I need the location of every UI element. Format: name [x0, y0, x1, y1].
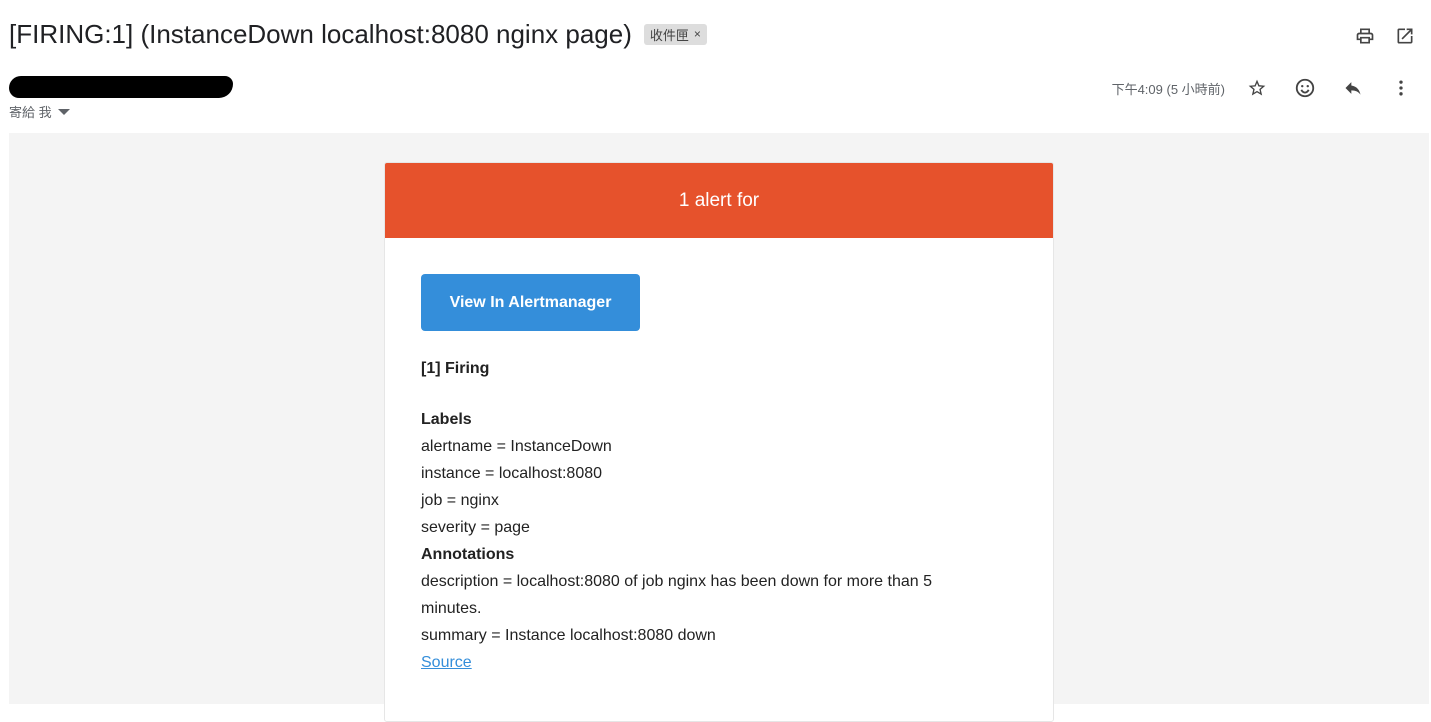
view-in-alertmanager-button[interactable]: View In Alertmanager	[421, 274, 640, 331]
subject-row: [FIRING:1] (InstanceDown localhost:8080 …	[9, 16, 1431, 52]
labels-title: Labels	[421, 411, 472, 428]
recipient-text: 寄給 我	[9, 105, 52, 120]
more-vert-icon[interactable]	[1383, 72, 1419, 104]
message-meta: 下午4:09 (5 小時前)	[1112, 72, 1431, 104]
source-link[interactable]: Source	[421, 654, 472, 671]
label-line: severity = page	[421, 519, 530, 536]
redacted-sender-name	[9, 76, 233, 98]
print-icon[interactable]	[1351, 22, 1379, 50]
label-line: instance = localhost:8080	[421, 465, 603, 482]
show-details-caret-icon[interactable]	[57, 104, 70, 119]
remove-label-icon[interactable]: ×	[694, 27, 701, 41]
reply-icon[interactable]	[1335, 72, 1371, 104]
email-subject: [FIRING:1] (InstanceDown localhost:8080 …	[9, 18, 632, 49]
firing-title: [1] Firing	[421, 360, 490, 377]
inbox-label-chip[interactable]: 收件匣 ×	[643, 23, 707, 45]
inbox-label-text: 收件匣	[649, 27, 689, 43]
annotation-description: description = localhost:8080 of job ngin…	[421, 573, 932, 590]
emoji-reaction-icon[interactable]	[1287, 72, 1323, 104]
alert-card-body: View In Alertmanager [1] Firing Labels a…	[385, 238, 1053, 712]
email-body-background: 1 alert for View In Alertmanager [1] Fir…	[9, 133, 1429, 722]
label-line: alertname = InstanceDown	[421, 438, 612, 455]
alert-header-text: 1 alert for	[678, 189, 760, 211]
recipient-line: 寄給 我	[9, 102, 233, 121]
star-icon[interactable]	[1239, 72, 1275, 104]
alert-card-header: 1 alert for	[385, 163, 1053, 238]
message-timestamp: 下午4:09 (5 小時前)	[1111, 81, 1225, 97]
open-in-new-window-icon[interactable]	[1391, 22, 1419, 50]
alert-card: 1 alert for View In Alertmanager [1] Fir…	[384, 162, 1054, 722]
sender-block: 寄給 我	[9, 76, 233, 121]
annotations-title: Annotations	[421, 546, 515, 563]
annotation-description-cont: minutes.	[421, 600, 482, 617]
top-toolbar	[1351, 22, 1431, 50]
annotation-summary: summary = Instance localhost:8080 down	[421, 627, 716, 644]
label-line: job = nginx	[421, 492, 499, 509]
